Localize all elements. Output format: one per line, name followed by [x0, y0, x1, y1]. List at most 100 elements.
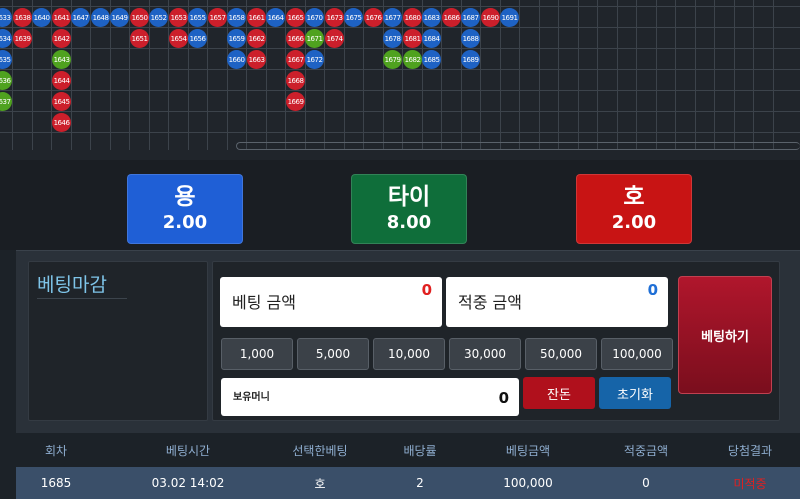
bead-1679: 1679: [383, 50, 402, 69]
header-result: 당첨결과: [727, 443, 773, 458]
grid-line: [636, 0, 637, 150]
grid-line: [480, 0, 481, 150]
grid-line: [51, 0, 52, 150]
betting-closed-label: 베팅마감: [37, 274, 107, 296]
bead-1687: 1687: [461, 8, 480, 27]
grid-line: [12, 0, 13, 150]
chip-100000-button[interactable]: 100,000: [601, 338, 673, 370]
bead-1651: 1651: [130, 29, 149, 48]
header-selected-bet: 선택한베팅: [292, 443, 348, 458]
dragon-bet-button[interactable]: 용 2.00: [127, 174, 243, 244]
bead-1670: 1670: [305, 8, 324, 27]
grid-line: [734, 0, 735, 150]
bead-1641: 1641: [52, 8, 71, 27]
dragon-label: 용: [174, 184, 196, 210]
row-bet-amount: 100,000: [503, 476, 553, 490]
chip-50000-button[interactable]: 50,000: [525, 338, 597, 370]
grid-line: [617, 0, 618, 150]
bead-1636: 1636: [0, 71, 12, 90]
status-box: 베팅마감: [28, 261, 208, 421]
bead-1689: 1689: [461, 50, 480, 69]
status-divider: [37, 298, 127, 299]
win-amount-label: 적중 금액: [458, 293, 522, 312]
grid-line: [90, 0, 91, 150]
grid-line: [324, 0, 325, 150]
betting-panel: 베팅마감 베팅 금액 0 적중 금액 0 1,000 5,000 10,000 …: [16, 250, 800, 433]
win-amount-value: 0: [647, 281, 658, 299]
bead-1658: 1658: [227, 8, 246, 27]
grid-line: [558, 0, 559, 150]
balance-label: 보유머니: [233, 392, 270, 403]
bet-amount-value: 0: [421, 281, 432, 299]
bead-1649: 1649: [110, 8, 129, 27]
chip-30000-button[interactable]: 30,000: [449, 338, 521, 370]
grid-line: [714, 0, 715, 150]
grid-line: [168, 0, 169, 150]
balance-value: 0: [498, 389, 509, 407]
bead-1656: 1656: [188, 29, 207, 48]
chip-10000-button[interactable]: 10,000: [373, 338, 445, 370]
grid-line: [402, 0, 403, 150]
dragon-odds: 2.00: [162, 212, 208, 233]
bead-1667: 1667: [286, 50, 305, 69]
header-odds: 배당률: [403, 443, 437, 458]
bet-options: 용 2.00 타이 8.00 호 2.00: [0, 160, 800, 250]
bead-1683: 1683: [422, 8, 441, 27]
grid-line: [597, 0, 598, 150]
header-bet-time: 베팅시간: [165, 443, 211, 458]
grid-line: [285, 0, 286, 150]
change-button[interactable]: 잔돈: [523, 377, 595, 409]
bead-1672: 1672: [305, 50, 324, 69]
bead-1674: 1674: [325, 29, 344, 48]
bead-1633: 1633: [0, 8, 12, 27]
grid-line: [753, 0, 754, 150]
tie-bet-button[interactable]: 타이 8.00: [351, 174, 467, 244]
row-bet-time: 03.02 14:02: [151, 476, 225, 490]
tie-label: 타이: [387, 184, 431, 210]
bead-1660: 1660: [227, 50, 246, 69]
grid-line: [773, 0, 774, 150]
bead-1668: 1668: [286, 71, 305, 90]
bead-1640: 1640: [32, 8, 51, 27]
bead-1677: 1677: [383, 8, 402, 27]
bead-1688: 1688: [461, 29, 480, 48]
bead-1676: 1676: [364, 8, 383, 27]
win-amount-field: 적중 금액 0: [446, 277, 668, 327]
grid-line: [539, 0, 540, 150]
table-row: 1685 03.02 14:02 호 2 100,000 0 미적중: [16, 467, 800, 499]
road-scrollbar[interactable]: [236, 142, 800, 150]
grid-line: [207, 0, 208, 150]
bead-1639: 1639: [13, 29, 32, 48]
chip-5000-button[interactable]: 5,000: [297, 338, 369, 370]
balance-field: 보유머니 0: [221, 378, 519, 416]
bead-road: 1633 1634 1635 1636 1637 1638 163916401641 1642…: [0, 0, 800, 160]
reset-button[interactable]: 초기화: [599, 377, 671, 409]
bead-1680: 1680: [403, 8, 422, 27]
bead-1655: 1655: [188, 8, 207, 27]
bead-1678: 1678: [383, 29, 402, 48]
chip-1000-button[interactable]: 1,000: [221, 338, 293, 370]
bead-1635: 1635: [0, 50, 12, 69]
bead-1659: 1659: [227, 29, 246, 48]
bead-1675: 1675: [344, 8, 363, 27]
bead-1638: 1638: [13, 8, 32, 27]
bead-1647: 1647: [71, 8, 90, 27]
bead-1657: 1657: [208, 8, 227, 27]
place-bet-button[interactable]: 베팅하기: [678, 276, 772, 394]
tiger-label: 호: [623, 184, 645, 210]
bead-1653: 1653: [169, 8, 188, 27]
grid-line: [656, 0, 657, 150]
bead-1681: 1681: [403, 29, 422, 48]
bead-1652: 1652: [149, 8, 168, 27]
row-odds: 2: [416, 476, 424, 490]
header-round: 회차: [44, 443, 68, 458]
bet-amount-field: 베팅 금액 0: [220, 277, 442, 327]
bead-1654: 1654: [169, 29, 188, 48]
header-win-amount: 적중금액: [623, 443, 669, 458]
grid-line: [0, 48, 800, 49]
grid-line: [519, 0, 520, 150]
bead-1690: 1690: [481, 8, 500, 27]
bead-1664: 1664: [266, 8, 285, 27]
row-selected-bet: 호: [314, 476, 326, 491]
tiger-bet-button[interactable]: 호 2.00: [576, 174, 692, 244]
